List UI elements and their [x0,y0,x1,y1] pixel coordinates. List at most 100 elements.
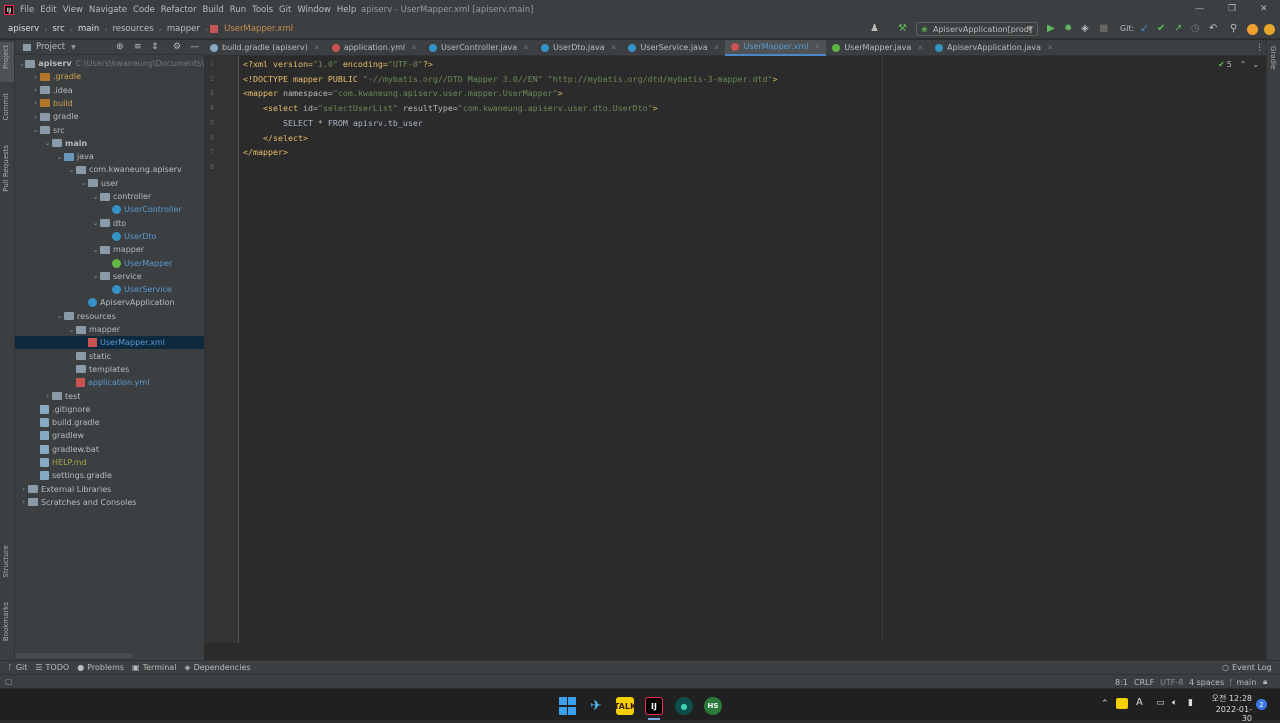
close-tab-icon[interactable]: ✕ [1047,44,1053,52]
stop-icon[interactable]: ■ [1099,23,1108,34]
github-desktop-icon[interactable]: ● [675,697,693,715]
ide-update-icon[interactable] [1247,24,1258,35]
line-separator[interactable]: CRLF [1134,678,1154,687]
tree-item[interactable]: ⌄ user [15,177,204,190]
debug-icon[interactable]: ✹ [1064,23,1072,34]
strip-gradle[interactable]: Gradle [1269,46,1277,69]
clock-date[interactable]: 2022-01-30 [1208,705,1252,723]
git-push-icon[interactable]: ↗ [1174,23,1182,34]
bird-app-icon[interactable]: ✈ [587,697,605,715]
menu-refactor[interactable]: Refactor [161,5,197,15]
editor-tab[interactable]: application.yml ✕ [326,40,423,56]
tree-item[interactable]: › gradle [15,110,204,123]
chevron-down-icon[interactable]: ⌄ [91,219,100,227]
tree-item[interactable]: gradlew.bat [15,443,204,456]
tree-item[interactable]: ⌄ mapper [15,323,204,336]
close-tab-icon[interactable]: ✕ [714,44,720,52]
tree-item[interactable]: UserMapper [15,257,204,270]
tree-item[interactable]: ⌄ main [15,137,204,150]
chevron-right-icon[interactable]: › [31,113,40,121]
history-icon[interactable]: ◷ [1191,23,1200,34]
bottom-tab-terminal[interactable]: ▣ Terminal [132,663,176,672]
chevron-down-icon[interactable]: ⌄ [91,272,100,280]
git-commit-icon[interactable]: ✔ [1157,23,1165,34]
menu-help[interactable]: Help [337,5,356,15]
menu-run[interactable]: Run [230,5,246,15]
project-horizontal-scrollbar[interactable] [15,653,133,658]
tree-item[interactable]: gradlew [15,429,204,442]
close-tab-icon[interactable]: ✕ [611,44,617,52]
bottom-tab-dependencies[interactable]: ◈ Dependencies [184,663,250,672]
minimize-icon[interactable]: — [1195,4,1204,14]
tree-item[interactable]: › Scratches and Consoles [15,496,204,509]
close-tab-icon[interactable]: ✕ [314,44,320,52]
maximize-icon[interactable]: ❐ [1228,4,1236,14]
tab-menu-icon[interactable]: ⋮ [1255,43,1264,53]
chevron-down-icon[interactable]: ⌄ [67,326,76,334]
bottom-tab-problems[interactable]: ● Problems [77,663,124,672]
expand-all-icon[interactable]: ≡ [134,42,142,52]
inspection-widget[interactable]: ✔ 5 ⌃ ⌄ [1218,60,1259,69]
tree-item[interactable]: ⌄ java [15,150,204,163]
tree-item[interactable]: ApiservApplication [15,296,204,309]
editor-tab[interactable]: ApiservApplication.java ✕ [929,40,1059,56]
menu-file[interactable]: File [20,5,34,15]
breadcrumb-item[interactable]: main [75,24,102,34]
tree-item[interactable]: ⌄ apiserv C:\Users\kwaneung\Documents\ [15,57,204,70]
editor-tab[interactable]: UserMapper.xml ✕ [725,39,827,56]
close-tab-icon[interactable]: ✕ [814,43,820,51]
tree-item[interactable]: templates [15,363,204,376]
tree-item[interactable]: UserController [15,203,204,216]
battery-icon[interactable]: ▮ [1188,698,1193,708]
tree-item[interactable]: ⌄ resources [15,310,204,323]
git-branch-widget[interactable]: ᚴ main [1229,678,1256,687]
chevron-down-icon[interactable]: ⌄ [91,193,100,201]
chevron-up-icon[interactable]: ⌃ [1101,699,1109,709]
tree-item[interactable]: settings.gradle [15,469,204,482]
build-hammer-icon[interactable]: ⚒ [898,23,907,34]
chevron-right-icon[interactable]: › [19,498,28,506]
intellij-taskbar-icon[interactable]: IJ [645,697,663,715]
tree-item[interactable]: static [15,350,204,363]
close-tab-icon[interactable]: ✕ [917,44,923,52]
indent-setting[interactable]: 4 spaces [1189,678,1224,687]
coverage-icon[interactable]: ◈ [1081,23,1089,34]
chevron-down-icon[interactable]: ⌄ [79,179,88,187]
chevron-down-icon[interactable]: ⌄ [67,166,76,174]
search-icon[interactable]: ⚲ [1230,23,1237,34]
tree-item[interactable]: › .idea [15,84,204,97]
event-log-button[interactable]: ○ Event Log [1222,663,1272,672]
menu-tools[interactable]: Tools [252,5,273,15]
tree-item[interactable]: ⌄ service [15,270,204,283]
chevron-right-icon[interactable]: › [31,99,40,107]
close-window-icon[interactable]: ✕ [1260,4,1268,14]
chevron-down-icon[interactable]: ⌄ [55,312,64,320]
breadcrumb-item[interactable]: mapper [164,24,203,34]
bottom-tab-todo[interactable]: ☰ TODO [35,663,69,672]
editor-tab[interactable]: UserDto.java ✕ [535,40,622,56]
editor-tab[interactable]: UserController.java ✕ [423,40,535,56]
chevron-right-icon[interactable]: › [31,73,40,81]
tree-item[interactable]: › build [15,97,204,110]
menu-code[interactable]: Code [133,5,155,15]
chevron-right-icon[interactable]: › [19,485,28,493]
tree-item[interactable]: HELP.md [15,456,204,469]
clock[interactable]: 오전 12:28 [1208,693,1252,704]
kakaotalk-icon[interactable]: TALK [614,697,636,715]
tree-item[interactable]: ⌄ src [15,124,204,137]
rollback-icon[interactable]: ↶ [1209,23,1217,34]
strip-commit[interactable]: Commit [2,93,10,121]
user-icon[interactable]: ♟ [870,23,879,34]
run-icon[interactable]: ▶ [1047,23,1055,34]
tree-item[interactable]: UserMapper.xml [15,336,204,350]
windows-start-icon[interactable] [558,697,576,715]
menu-build[interactable]: Build [202,5,223,15]
tree-item[interactable]: › test [15,390,204,403]
chevron-down-icon[interactable]: ⌄ [1253,60,1260,69]
strip-pull-requests[interactable]: Pull Requests [2,145,10,192]
chevron-down-icon[interactable]: ⌄ [55,153,64,161]
volume-icon[interactable]: 🔈︎ [1172,698,1177,708]
tree-item[interactable]: › .gradle [15,70,204,83]
chevron-down-icon[interactable]: ⌄ [43,139,52,147]
gear-icon[interactable]: ⚙ [173,42,181,52]
